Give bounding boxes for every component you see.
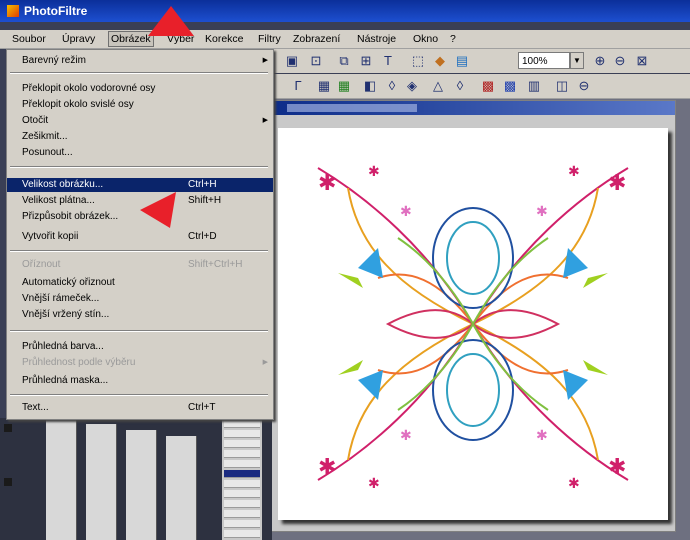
svg-text:✱: ✱ xyxy=(368,476,380,492)
mask-icon[interactable]: ◫ xyxy=(554,78,570,94)
menu-upravy[interactable]: Úpravy xyxy=(62,32,95,46)
filter-icon[interactable]: ▥ xyxy=(526,78,542,94)
menu-bar: Soubor Úpravy Obrázek Výběr Korekce Filt… xyxy=(0,30,690,49)
menu-item-barevny-rezim[interactable]: Barevný režim ▶ xyxy=(7,54,273,68)
contrast-icon[interactable]: ◧ xyxy=(362,78,378,94)
menu-separator xyxy=(10,250,268,252)
menu-item-flip-vertical[interactable]: Překlopit okolo svislé osy xyxy=(7,98,273,112)
menu-item-crop: Oříznout Shift+Ctrl+H xyxy=(22,259,243,270)
document-title xyxy=(287,104,417,112)
menu-item-transparent-color[interactable]: Průhledná barva... xyxy=(7,340,273,354)
svg-text:✱: ✱ xyxy=(608,455,626,480)
window-strip xyxy=(46,418,77,540)
menu-soubor[interactable]: Soubor xyxy=(12,32,46,46)
window-strip xyxy=(126,430,157,540)
fill-icon[interactable]: ◆ xyxy=(432,53,448,69)
color-icon[interactable]: ▩ xyxy=(502,78,518,94)
svg-text:✱: ✱ xyxy=(608,171,626,196)
menu-obrazek[interactable]: Obrázek xyxy=(108,31,154,47)
menu-separator xyxy=(10,394,268,396)
image-canvas[interactable]: ✱ ✱ ✱ ✱ ✱ ✱ ✱ ✱ ✱ ✱ ✱ ✱ xyxy=(278,128,668,520)
main-toolbar: ▣ ⊡ ⧉ ⊞ T ⬚ ◆ ▤ ⊕ ⊖ ⊠ xyxy=(272,49,690,73)
svg-text:✱: ✱ xyxy=(318,171,336,196)
text-tool-icon[interactable]: T xyxy=(380,53,396,69)
menu-item-skew[interactable]: Zešikmit... xyxy=(7,130,273,144)
svg-text:✱: ✱ xyxy=(536,428,548,444)
drop-icon[interactable]: ◊ xyxy=(384,78,400,94)
menu-separator xyxy=(10,166,268,168)
document-title-bar xyxy=(267,101,675,115)
menu-filtry[interactable]: Filtry xyxy=(258,32,281,46)
window-title: PhotoFiltre xyxy=(24,4,88,18)
annotation-arrow-icon xyxy=(148,6,194,36)
menu-separator xyxy=(10,330,268,332)
drop-fill-icon[interactable]: ◈ xyxy=(404,78,420,94)
image-icon[interactable]: ▤ xyxy=(454,53,470,69)
menu-item-outer-frame[interactable]: Vnější rámeček... xyxy=(7,292,273,306)
submenu-arrow-icon: ▶ xyxy=(262,57,268,64)
copy-icon[interactable]: ⧉ xyxy=(336,53,352,69)
cylinder-icon[interactable]: ⊖ xyxy=(576,78,592,94)
selection-tool-icon[interactable]: Г xyxy=(290,78,306,94)
app-icon xyxy=(7,5,19,17)
svg-text:✱: ✱ xyxy=(400,428,412,444)
title-bar: PhotoFiltre xyxy=(0,0,690,22)
menu-item-text[interactable]: Text... Ctrl+T xyxy=(7,401,273,415)
scan-icon[interactable]: ⊡ xyxy=(308,53,324,69)
annotation-arrow-icon xyxy=(140,192,176,228)
svg-text:✱: ✱ xyxy=(568,164,580,180)
background-windows xyxy=(0,418,272,540)
save-icon[interactable]: ▣ xyxy=(284,53,300,69)
menu-zobrazeni[interactable]: Zobrazení xyxy=(293,32,340,46)
svg-text:✱: ✱ xyxy=(318,455,336,480)
menu-item-transparency-selection: Průhlednost podle výběru ▶ xyxy=(22,357,268,368)
sharpen-icon[interactable]: ◊ xyxy=(452,78,468,94)
layer-tool-icon[interactable]: ▦ xyxy=(336,78,352,94)
fit-window-icon[interactable]: ⊠ xyxy=(634,53,650,69)
menu-item-duplicate[interactable]: Vytvořit kopii Ctrl+D xyxy=(7,230,273,244)
window-strip xyxy=(86,424,117,540)
image-menu-dropdown: Barevný režim ▶ Překlopit okolo vodorovné… xyxy=(6,49,274,420)
ornament-image: ✱ ✱ ✱ ✱ ✱ ✱ ✱ ✱ ✱ ✱ ✱ ✱ xyxy=(317,164,629,492)
palette-icon[interactable]: ▩ xyxy=(480,78,496,94)
menu-item-drop-shadow[interactable]: Vnější vržený stín... xyxy=(7,308,273,322)
select-icon[interactable]: ⬚ xyxy=(410,53,426,69)
submenu-arrow-icon: ▶ xyxy=(262,359,268,366)
svg-text:✱: ✱ xyxy=(400,204,412,220)
triangle-icon[interactable]: △ xyxy=(430,78,446,94)
tools-toolbar: Г ▦ ▦ ◧ ◊ ◈ △ ◊ ▩ ▩ ▥ ◫ ⊖ xyxy=(272,74,690,99)
svg-text:✱: ✱ xyxy=(368,164,380,180)
menu-nastroje[interactable]: Nástroje xyxy=(357,32,396,46)
menu-okno[interactable]: Okno xyxy=(413,32,438,46)
mini-button[interactable] xyxy=(4,478,12,486)
zoom-select[interactable]: 100% xyxy=(518,52,570,69)
paste-icon[interactable]: ⊞ xyxy=(358,53,374,69)
zoom-out-icon[interactable]: ⊖ xyxy=(612,53,628,69)
mini-menu-thumbnail xyxy=(222,418,262,540)
menu-item-rotate[interactable]: Otočit ▶ xyxy=(7,114,273,128)
menu-help[interactable]: ? xyxy=(450,32,456,46)
svg-text:✱: ✱ xyxy=(536,204,548,220)
menu-item-autocrop[interactable]: Automatický ořiznout xyxy=(7,276,273,290)
menu-separator xyxy=(10,72,268,74)
menu-item-transparent-mask[interactable]: Průhledná maska... xyxy=(7,374,273,388)
submenu-arrow-icon: ▶ xyxy=(262,117,268,124)
svg-text:✱: ✱ xyxy=(568,476,580,492)
zoom-in-icon[interactable]: ⊕ xyxy=(592,53,608,69)
menu-item-flip-horizontal[interactable]: Překlopit okolo vodorovné osy xyxy=(7,82,273,96)
mini-button[interactable] xyxy=(4,424,12,432)
menu-item-offset[interactable]: Posunout... xyxy=(7,146,273,160)
zoom-dropdown-arrow[interactable]: ▼ xyxy=(570,52,584,69)
window-strip xyxy=(166,436,197,540)
grid-tool-icon[interactable]: ▦ xyxy=(316,78,332,94)
menu-korekce[interactable]: Korekce xyxy=(205,32,244,46)
